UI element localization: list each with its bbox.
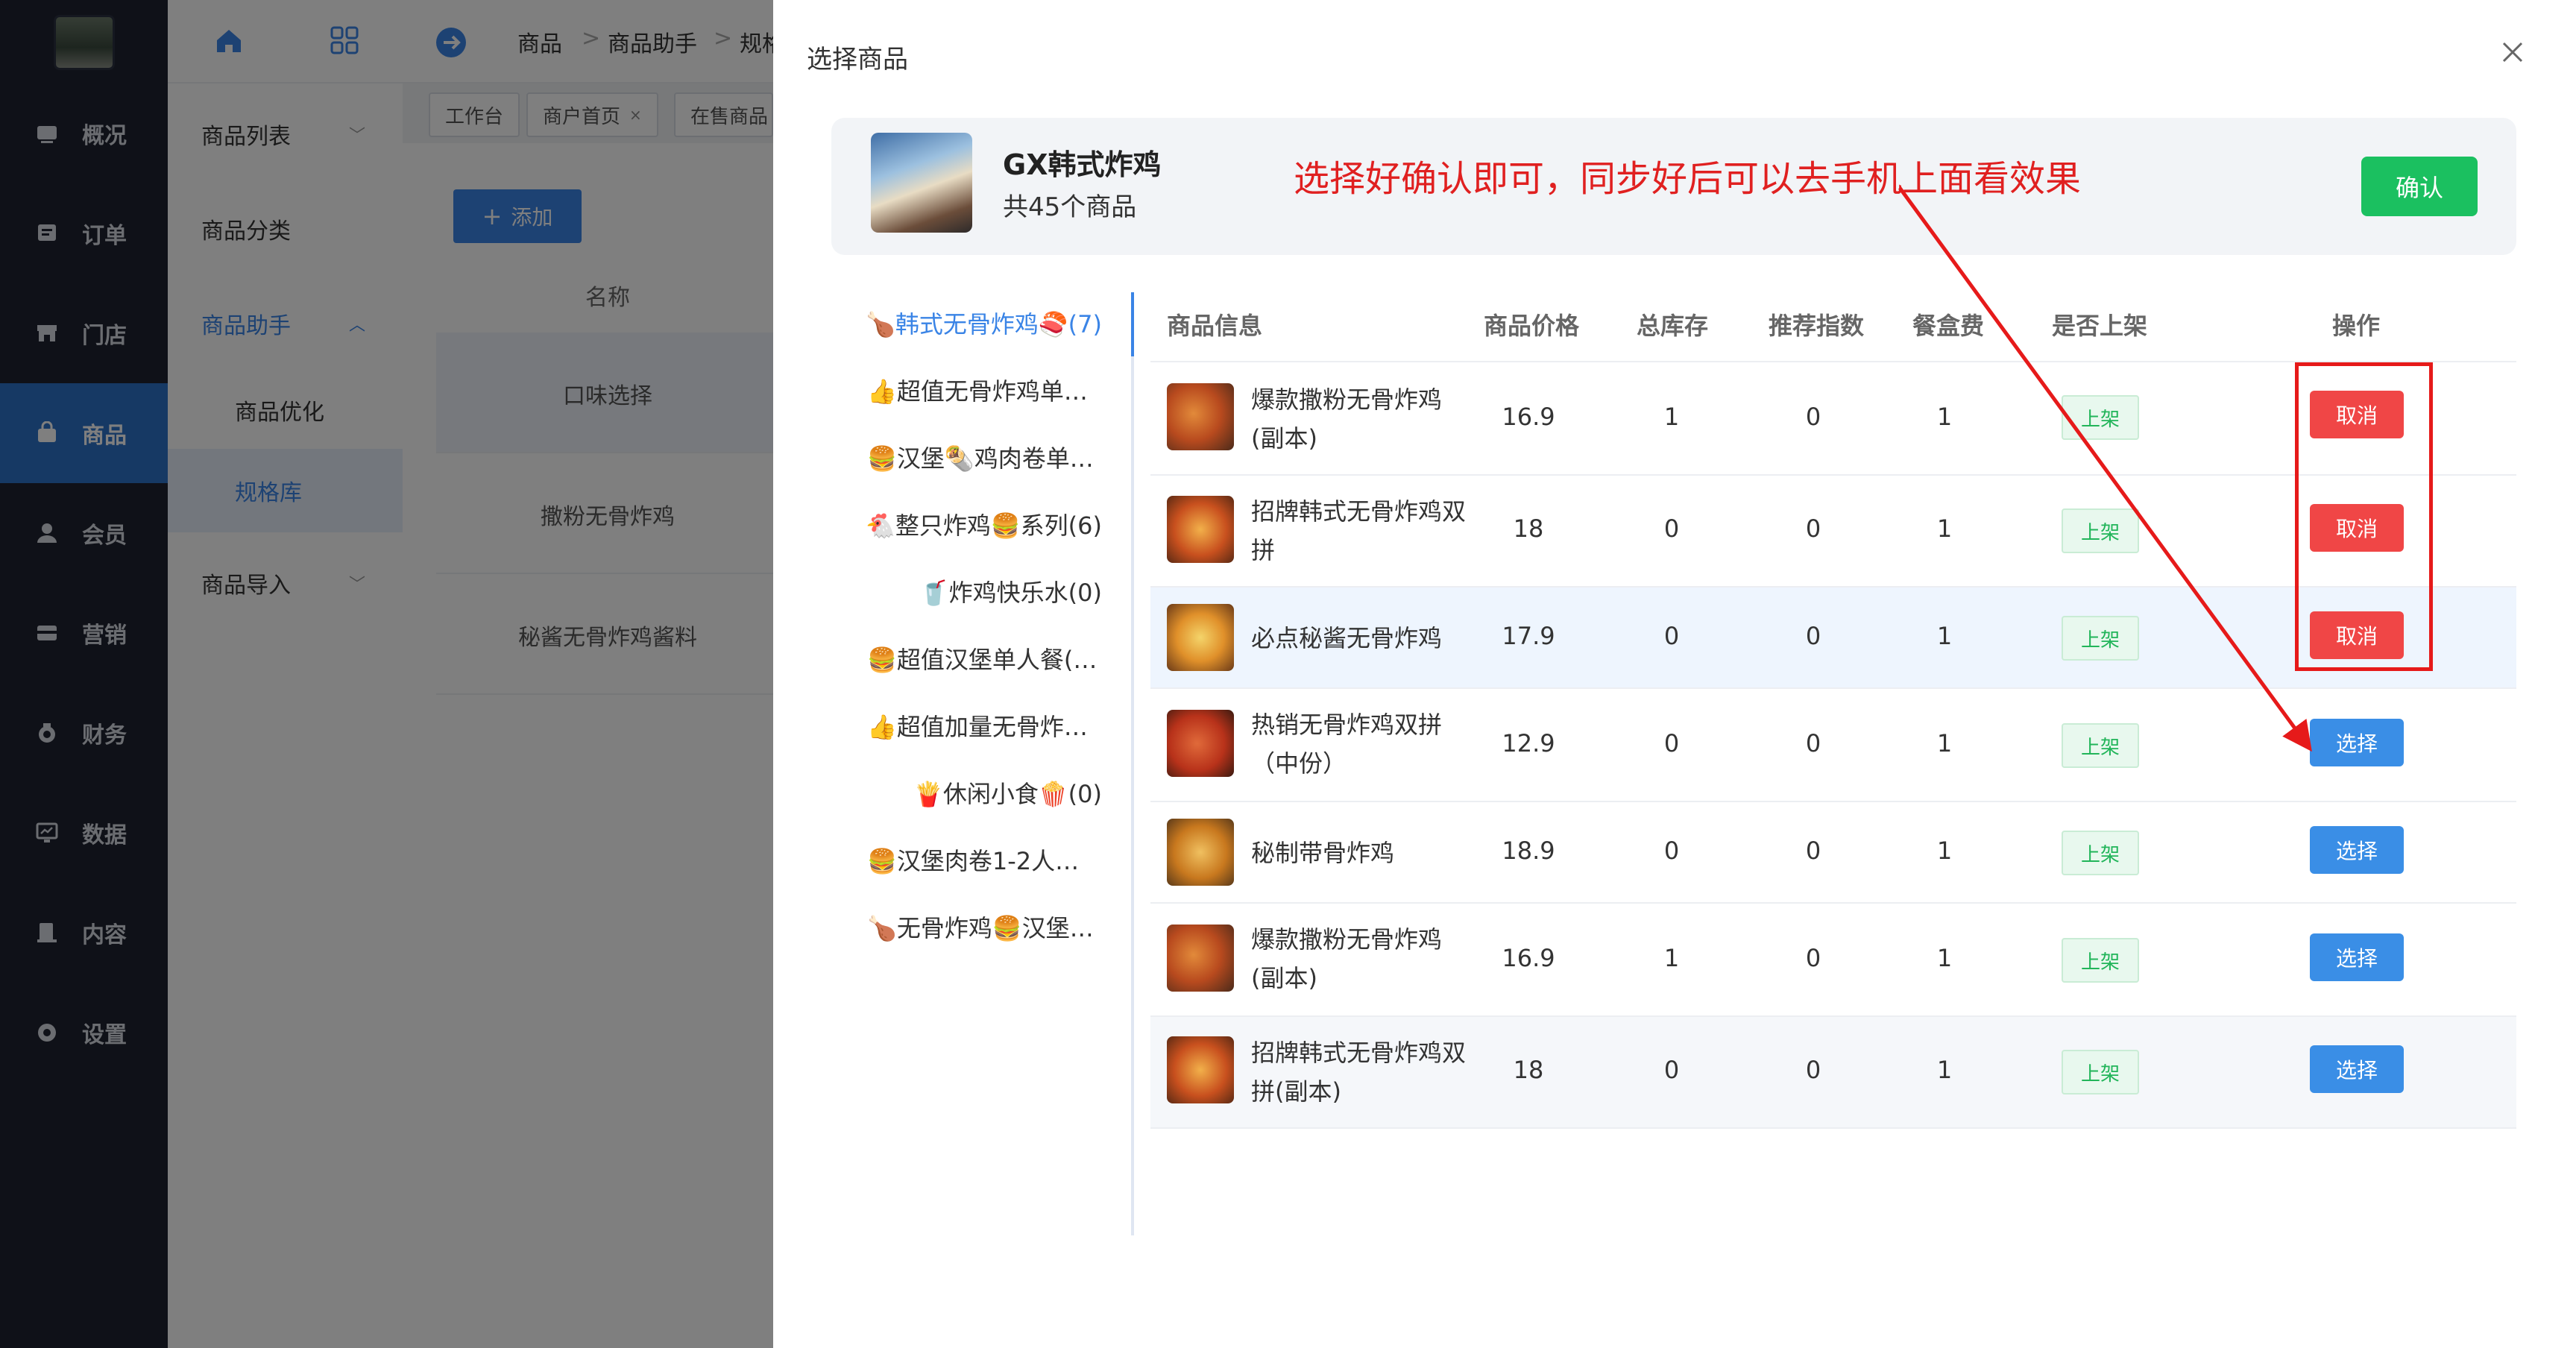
status-badge: 上架 [2062,723,2139,768]
select-button[interactable]: 选择 [2310,1045,2404,1093]
header-on-shelf: 是否上架 [2052,312,2148,340]
header-price: 商品价格 [1484,312,1580,340]
goods-thumbnail [1167,604,1234,671]
goods-stock: 0 [1663,622,1680,650]
header-recommend: 推荐指数 [1769,312,1865,340]
goods-box-fee: 1 [1936,729,1953,758]
goods-recommend: 0 [1805,622,1821,650]
category-item[interactable]: 🍔汉堡🌯鸡肉卷单人餐(… [867,440,1098,474]
annotation-highlight-box [2295,362,2433,671]
goods-recommend: 0 [1805,1056,1821,1084]
category-item[interactable]: 🥤炸鸡快乐水(0) [865,574,1102,608]
goods-thumbnail [1167,1036,1234,1103]
category-item[interactable]: 🍟休闲小食🍿(0) [865,775,1102,810]
category-item[interactable]: 👍超值加量无骨炸鸡(… [867,708,1098,743]
status-badge: 上架 [2062,395,2139,440]
header-actions: 操作 [2332,312,2381,340]
goods-thumbnail [1167,710,1234,777]
goods-name: 招牌韩式无骨炸鸡双拼 [1251,497,1467,564]
goods-recommend: 0 [1805,944,1821,972]
goods-recommend: 0 [1805,837,1821,865]
status-badge: 上架 [2062,616,2139,661]
confirm-button[interactable]: 确认 [2361,157,2478,216]
goods-name: 必点秘酱无骨炸鸡 [1251,624,1443,652]
category-item[interactable]: 🐔整只炸鸡🍔系列(6) [865,507,1102,541]
category-item[interactable]: 🍗韩式无骨炸鸡🍣(7) [865,306,1102,340]
category-divider [1131,292,1134,1235]
category-item[interactable]: 🍗无骨炸鸡🍔汉堡套餐(… [867,910,1098,944]
goods-name: 热销无骨炸鸡双拼（中份） [1251,711,1443,778]
goods-recommend: 0 [1805,403,1821,431]
select-button[interactable]: 选择 [2310,719,2404,766]
goods-stock: 1 [1663,403,1680,431]
goods-price: 18 [1513,1056,1544,1084]
header-goods-info: 商品信息 [1167,312,1263,340]
annotation-text: 选择好确认即可，同步好后可以去手机上面看效果 [1294,158,2082,200]
goods-price: 16.9 [1502,403,1555,431]
category-active-indicator [1131,292,1134,356]
category-item[interactable]: 🍔汉堡肉卷1-2人餐(… [867,842,1098,877]
goods-recommend: 0 [1805,514,1821,543]
goods-box-fee: 1 [1936,1056,1953,1084]
category-item[interactable]: 🍔超值汉堡单人餐(… [867,641,1098,675]
goods-price: 18.9 [1502,837,1555,865]
goods-box-fee: 1 [1936,944,1953,972]
goods-box-fee: 1 [1936,403,1953,431]
goods-stock: 0 [1663,837,1680,865]
goods-name: 爆款撒粉无骨炸鸡(副本) [1251,385,1443,453]
goods-thumbnail [1167,819,1234,886]
goods-stock: 1 [1663,944,1680,972]
goods-stock: 0 [1663,514,1680,543]
goods-thumbnail [1167,925,1234,992]
goods-box-fee: 1 [1936,837,1953,865]
goods-thumbnail [1167,383,1234,450]
goods-price: 18 [1513,514,1544,543]
goods-price: 17.9 [1502,622,1555,650]
shop-image [871,133,972,233]
dialog-title: 选择商品 [807,45,908,75]
status-badge: 上架 [2062,1050,2139,1095]
select-button[interactable]: 选择 [2310,826,2404,874]
goods-thumbnail [1167,496,1234,563]
select-button[interactable]: 选择 [2310,933,2404,981]
category-item[interactable]: 👍超值无骨炸鸡单人餐(… [867,373,1098,407]
close-icon[interactable] [2498,37,2528,67]
goods-stock: 0 [1663,1056,1680,1084]
modal-overlay[interactable] [0,0,773,1348]
goods-name: 爆款撒粉无骨炸鸡(副本) [1251,925,1443,992]
status-badge: 上架 [2062,938,2139,983]
shop-goods-count: 共45个商品 [1003,192,1137,222]
goods-box-fee: 1 [1936,514,1953,543]
shop-name: GX韩式炸鸡 [1003,148,1162,181]
header-box-fee: 餐盒费 [1912,312,1985,340]
goods-recommend: 0 [1805,729,1821,758]
status-badge: 上架 [2062,508,2139,553]
status-badge: 上架 [2062,831,2139,875]
goods-stock: 0 [1663,729,1680,758]
header-stock: 总库存 [1637,312,1709,340]
goods-price: 12.9 [1502,729,1555,758]
goods-name: 秘制带骨炸鸡 [1251,839,1395,867]
goods-name: 招牌韩式无骨炸鸡双拼(副本) [1251,1039,1467,1106]
goods-box-fee: 1 [1936,622,1953,650]
goods-price: 16.9 [1502,944,1555,972]
